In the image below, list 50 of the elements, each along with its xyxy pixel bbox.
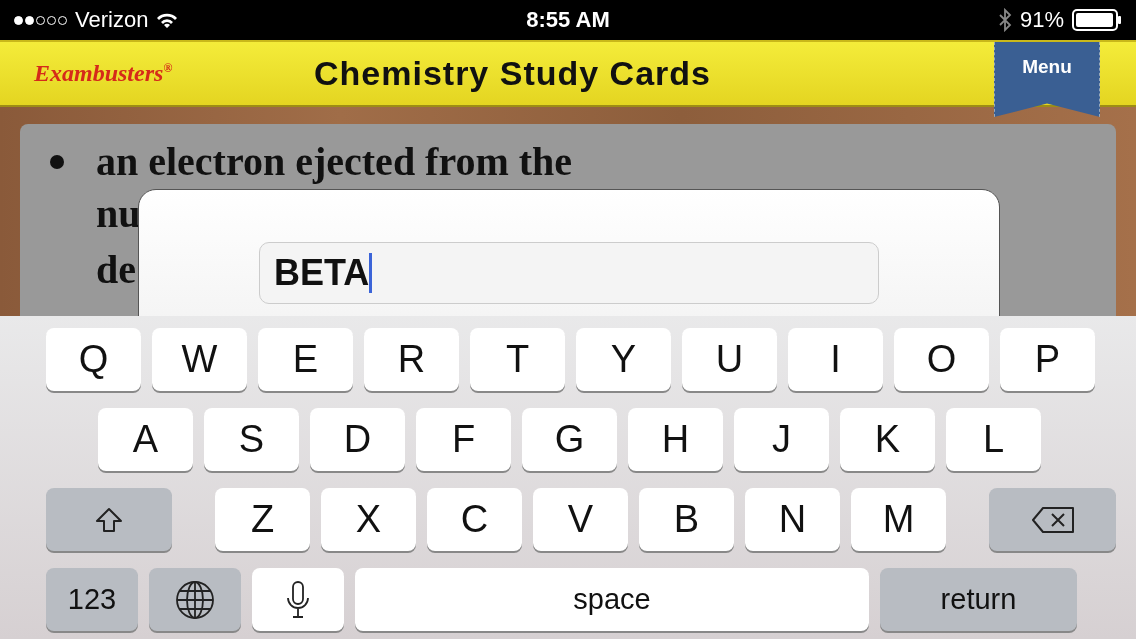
app-title: Chemistry Study Cards: [314, 54, 711, 93]
card-text: nu: [96, 190, 141, 238]
letter-key[interactable]: S: [204, 408, 299, 471]
letter-key[interactable]: L: [946, 408, 1041, 471]
microphone-icon: [286, 580, 310, 619]
delete-key[interactable]: [989, 488, 1116, 551]
return-key[interactable]: return: [880, 568, 1077, 631]
letter-key[interactable]: Y: [576, 328, 671, 391]
letter-key[interactable]: V: [533, 488, 628, 551]
bluetooth-icon: [997, 8, 1012, 32]
letter-key[interactable]: D: [310, 408, 405, 471]
carrier-name: Verizon: [75, 7, 149, 33]
answer-field[interactable]: BETA: [259, 242, 879, 304]
letter-key[interactable]: Z: [215, 488, 310, 551]
letter-key[interactable]: X: [321, 488, 416, 551]
letter-key[interactable]: T: [470, 328, 565, 391]
space-key[interactable]: space: [355, 568, 869, 631]
letter-key[interactable]: M: [851, 488, 946, 551]
letter-key[interactable]: I: [788, 328, 883, 391]
letter-key[interactable]: B: [639, 488, 734, 551]
shift-icon: [95, 506, 123, 533]
letter-key[interactable]: F: [416, 408, 511, 471]
letter-key[interactable]: C: [427, 488, 522, 551]
globe-icon: [175, 579, 215, 620]
battery-icon: [1072, 9, 1122, 31]
letter-key[interactable]: K: [840, 408, 935, 471]
app-logo: Exambusters$^{®}$: [34, 60, 174, 87]
status-time: 8:55 AM: [526, 7, 610, 33]
letter-key[interactable]: Q: [46, 328, 141, 391]
letter-key[interactable]: G: [522, 408, 617, 471]
backspace-icon: [1030, 505, 1075, 534]
letter-key[interactable]: N: [745, 488, 840, 551]
globe-key[interactable]: [149, 568, 241, 631]
card-text: an electron ejected from the: [96, 138, 573, 186]
menu-button[interactable]: Menu: [994, 42, 1100, 117]
wifi-icon: [156, 12, 179, 28]
letter-key[interactable]: O: [894, 328, 989, 391]
letter-key[interactable]: E: [258, 328, 353, 391]
battery-percent: 91%: [1019, 7, 1064, 33]
letter-key[interactable]: A: [98, 408, 193, 471]
mode-key[interactable]: 123: [46, 568, 138, 631]
letter-key[interactable]: H: [628, 408, 723, 471]
bullet-icon: [50, 155, 64, 169]
letter-key[interactable]: P: [1000, 328, 1095, 391]
card-text: de: [96, 246, 136, 294]
letter-key[interactable]: J: [734, 408, 829, 471]
letter-key[interactable]: R: [364, 328, 459, 391]
letter-key[interactable]: U: [682, 328, 777, 391]
mic-key[interactable]: [252, 568, 344, 631]
letter-key[interactable]: W: [152, 328, 247, 391]
